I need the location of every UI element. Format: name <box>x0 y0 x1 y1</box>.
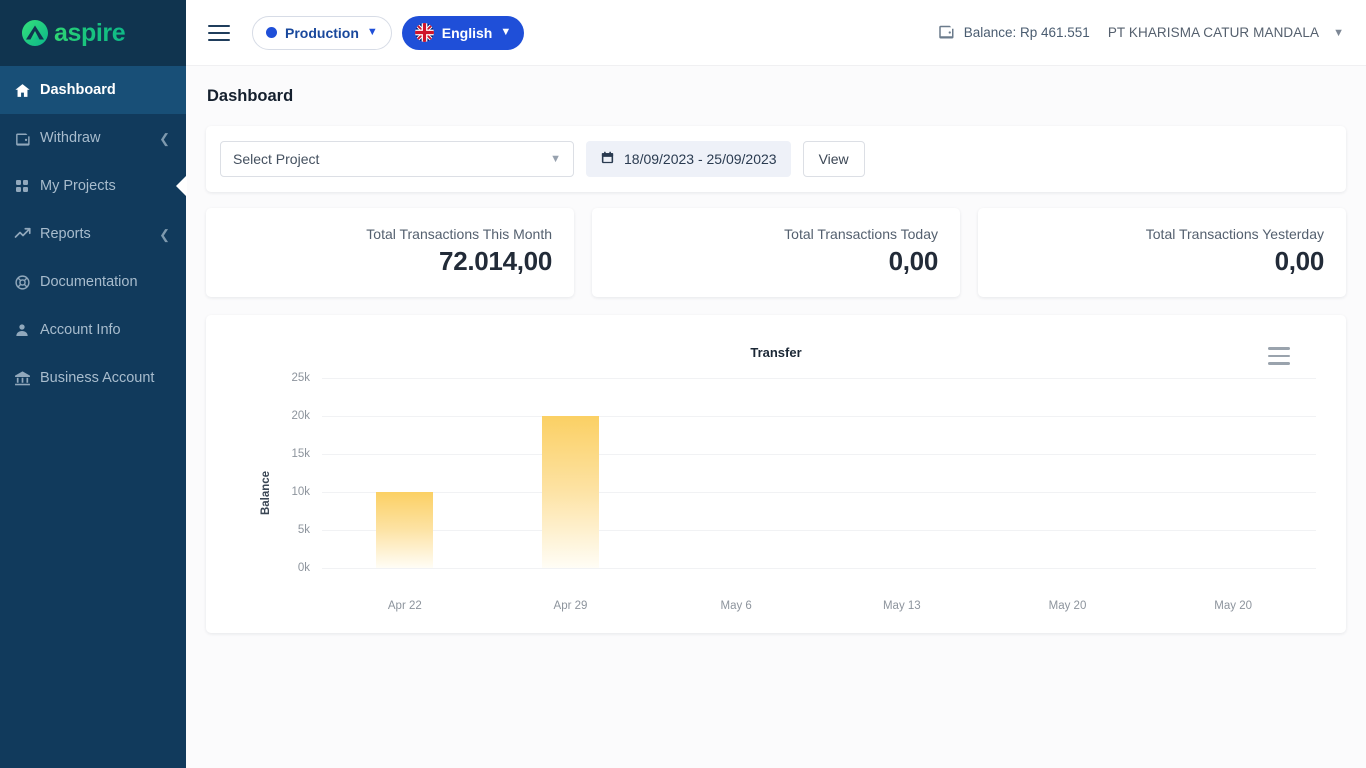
topbar: Production ▼ English ▼ Balance: Rp 461.5… <box>186 0 1366 66</box>
wallet-icon <box>14 130 40 147</box>
project-select-value: Select Project <box>233 151 320 167</box>
chart-gridline <box>322 568 1316 569</box>
sidebar-item-withdraw[interactable]: Withdraw ❮ <box>0 114 186 162</box>
calendar-icon <box>600 150 615 168</box>
chart-x-tick-label: May 20 <box>1048 600 1087 612</box>
sidebar-item-dashboard[interactable]: Dashboard <box>0 66 186 114</box>
sidebar-item-my-projects[interactable]: My Projects <box>0 162 187 210</box>
chart-y-tick-label: 0k <box>297 562 310 574</box>
chart-x-tick-label: Apr 29 <box>553 600 588 612</box>
chart-plot-area: Balance 0k 5k 10k 15k 20k 25k Apr 22 Apr 29 May… <box>236 372 1316 612</box>
language-selector[interactable]: English ▼ <box>401 15 525 50</box>
stat-card-total-this-month: Total Transactions This Month 72.014,00 <box>206 208 574 297</box>
stat-label: Total Transactions This Month <box>366 226 552 242</box>
date-range-picker[interactable]: 18/09/2023 - 25/09/2023 <box>586 141 791 177</box>
chart-x-tick-label: May 13 <box>882 600 921 612</box>
sidebar-item-account-info[interactable]: Account Info <box>0 306 186 354</box>
sidebar-item-label: Documentation <box>40 274 138 290</box>
sidebar-item-label: Withdraw <box>40 130 101 146</box>
main-area: Production ▼ English ▼ Balance: Rp 461.5… <box>186 0 1366 768</box>
chevron-down-icon: ▼ <box>1333 26 1344 39</box>
app-root: aspire Dashboard Withdraw ❮ My Projects … <box>0 0 1366 768</box>
chart-x-tick-label: May 20 <box>1214 600 1253 612</box>
chart-bar[interactable] <box>376 492 434 568</box>
sidebar-nav: Dashboard Withdraw ❮ My Projects Reports… <box>0 66 187 402</box>
user-icon <box>14 322 40 338</box>
project-select[interactable]: Select Project ▼ <box>220 141 574 177</box>
stat-label: Total Transactions Today <box>784 226 938 242</box>
lifebuoy-icon <box>14 274 40 291</box>
view-button[interactable]: View <box>802 141 865 177</box>
stat-label: Total Transactions Yesterday <box>1145 226 1324 242</box>
chart-y-tick-label: 10k <box>291 486 310 498</box>
chart-y-tick-label: 5k <box>297 524 310 536</box>
chevron-left-icon: ❮ <box>159 226 170 242</box>
stat-value: 0,00 <box>1274 246 1325 276</box>
sidebar-item-label: Reports <box>40 226 91 242</box>
wallet-icon <box>937 22 955 43</box>
home-icon <box>14 82 40 99</box>
sidebar-item-reports[interactable]: Reports ❮ <box>0 210 186 258</box>
stat-value: 0,00 <box>888 246 939 276</box>
stat-value: 72.014,00 <box>439 246 552 276</box>
chart-bar[interactable] <box>542 416 599 568</box>
sidebar-item-business-account[interactable]: Business Account <box>0 354 186 402</box>
brand-header: aspire <box>0 0 186 66</box>
environment-status-dot-icon <box>266 27 277 38</box>
topbar-right: Balance: Rp 461.551 PT KHARISMA CATUR MA… <box>937 22 1344 43</box>
transfer-chart-card: Transfer Balance 0k 5k 10k 15k 20k 25k Apr 22… <box>206 315 1346 633</box>
grid-icon <box>14 178 40 194</box>
sidebar-item-label: Business Account <box>40 370 155 386</box>
sidebar: aspire Dashboard Withdraw ❮ My Projects … <box>0 0 187 768</box>
stat-card-total-today: Total Transactions Today 0,00 <box>592 208 960 297</box>
balance-text: Balance: Rp 461.551 <box>963 25 1090 40</box>
chart-y-axis-labels: 0k 5k 10k 15k 20k 25k <box>264 372 310 574</box>
language-label: English <box>441 24 493 41</box>
trending-up-icon <box>14 225 40 243</box>
environment-label: Production <box>285 24 359 41</box>
uk-flag-icon <box>414 23 434 42</box>
stat-cards: Total Transactions This Month 72.014,00 … <box>206 208 1346 297</box>
filter-bar: Select Project ▼ 18/09/2023 - 25/09/2023… <box>206 126 1346 192</box>
balance-display: Balance: Rp 461.551 <box>937 22 1090 43</box>
chevron-left-icon: ❮ <box>159 130 170 146</box>
chart-bars <box>322 378 1316 568</box>
chart-menu-icon[interactable] <box>1268 347 1290 365</box>
sidebar-item-label: Dashboard <box>40 82 116 98</box>
chevron-down-icon: ▼ <box>366 26 378 38</box>
sidebar-item-label: Account Info <box>40 322 121 338</box>
chart-title: Transfer <box>750 345 802 360</box>
chart-x-axis-labels: Apr 22 Apr 29 May 6 May 13 May 20 May 20 <box>322 574 1316 614</box>
bank-icon <box>14 370 40 387</box>
chevron-down-icon: ▼ <box>550 153 561 165</box>
stat-card-total-yesterday: Total Transactions Yesterday 0,00 <box>978 208 1346 297</box>
active-pointer-indicator <box>176 175 187 197</box>
aspire-mountain-logo-icon <box>18 16 52 50</box>
chart-x-tick-label: May 6 <box>720 600 752 612</box>
chevron-down-icon: ▼ <box>500 26 512 38</box>
chart-x-tick-label: Apr 22 <box>387 600 422 612</box>
brand-logo[interactable]: aspire <box>18 16 126 50</box>
page-title: Dashboard <box>207 87 294 105</box>
company-name: PT KHARISMA CATUR MANDALA <box>1107 25 1320 40</box>
environment-selector[interactable]: Production ▼ <box>252 15 392 50</box>
chart-y-tick-label: 25k <box>291 372 310 384</box>
date-range-value: 18/09/2023 - 25/09/2023 <box>624 151 777 167</box>
sidebar-item-documentation[interactable]: Documentation <box>0 258 186 306</box>
chart-y-tick-label: 15k <box>291 448 310 460</box>
hamburger-menu-icon[interactable] <box>208 24 230 41</box>
chart-y-tick-label: 20k <box>291 410 310 422</box>
brand-name: aspire <box>54 18 126 47</box>
sidebar-item-label: My Projects <box>40 178 116 194</box>
page-content: Dashboard Select Project ▼ 18/09/2023 - … <box>186 66 1366 768</box>
company-selector[interactable]: PT KHARISMA CATUR MANDALA ▼ <box>1108 25 1344 40</box>
